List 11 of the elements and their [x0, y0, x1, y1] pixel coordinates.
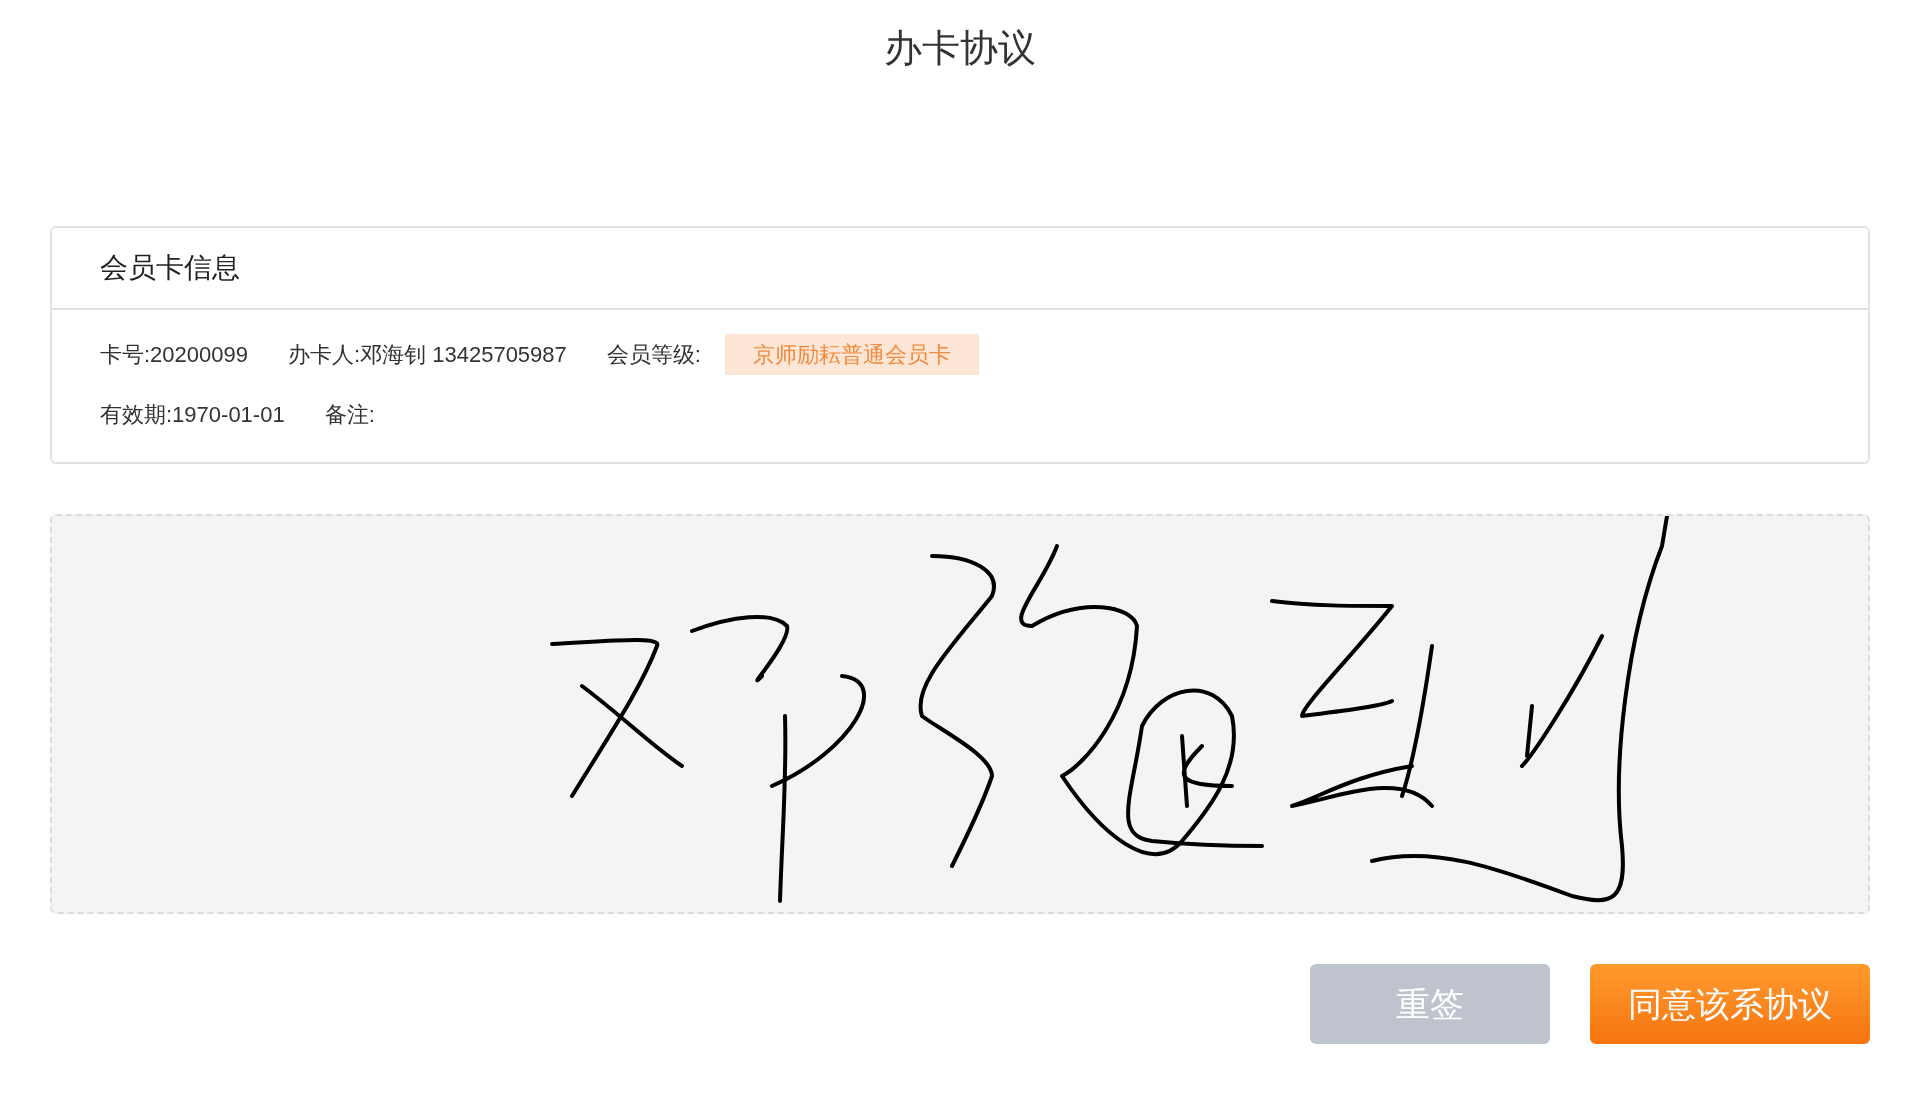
info-text: 办卡人:邓海钊 13425705987 — [288, 340, 567, 369]
info-text: 备注: — [324, 400, 375, 429]
re-sign-button[interactable]: 重签 — [1310, 964, 1550, 1044]
signature-pad[interactable] — [50, 514, 1870, 914]
info-text: 卡号:20200099 — [100, 340, 248, 369]
card-title: 会员卡信息 — [100, 251, 240, 285]
page-title: 办卡协议 — [884, 26, 1036, 71]
info-text: 有效期:1970-01-01 — [100, 400, 285, 429]
info-text: 会员等级: — [606, 340, 701, 369]
agree-button[interactable]: 同意该系协议 — [1590, 964, 1870, 1044]
level-tag: 京师励耘普通会员卡 — [724, 333, 979, 375]
